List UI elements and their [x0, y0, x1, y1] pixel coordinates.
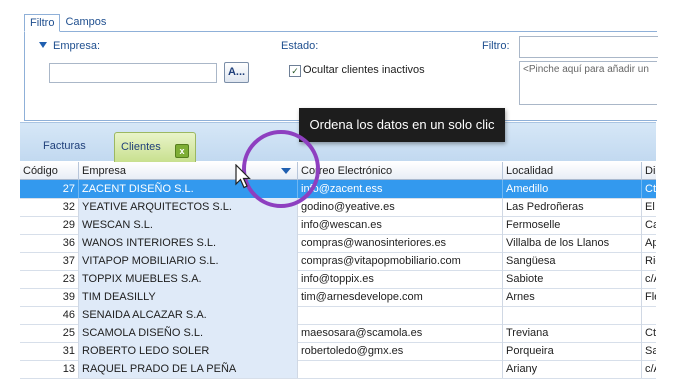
cell-correo: maesosara@scamola.es	[298, 324, 503, 342]
cell-correo: tim@arnesdevelope.com	[298, 288, 503, 306]
sort-tooltip: Ordena los datos en un solo clic	[299, 108, 505, 142]
tab-filtro[interactable]: Filtro	[24, 14, 61, 32]
cell-correo: compras@wanosinteriores.es	[298, 234, 503, 252]
cell-empresa: TOPPIX MUEBLES S.A.	[79, 270, 298, 288]
table-row[interactable]: 36 WANOS INTERIORES S.L. compras@wanosinte…	[20, 234, 656, 253]
col-header-localidad[interactable]: Localidad	[503, 162, 642, 180]
cell-codigo: 39	[20, 288, 79, 306]
ocultar-inactivos-label: Ocultar clientes inactivos	[303, 64, 425, 76]
cell-codigo: 27	[20, 180, 79, 198]
mouse-pointer-icon	[235, 164, 251, 189]
cell-dir: c/A	[642, 270, 656, 288]
cell-correo: info@zacent.ess	[298, 180, 503, 198]
cell-codigo: 46	[20, 306, 79, 324]
cell-empresa: ROBERTO LEDO SOLER	[79, 342, 298, 360]
cell-codigo: 36	[20, 234, 79, 252]
cell-correo: compras@vitapopmobiliario.com	[298, 252, 503, 270]
table-row[interactable]: 39 TIM DEASILLY tim@arnesdevelope.com Arnes…	[20, 288, 656, 307]
cell-codigo: 23	[20, 270, 79, 288]
filter-panel: Filtro Campos Empresa: A... Estado: ✓ Oc…	[20, 11, 658, 121]
filter-conditions-area[interactable]: <Pinche aquí para añadir un	[519, 61, 657, 105]
cell-correo	[298, 360, 503, 378]
cell-empresa: WANOS INTERIORES S.L.	[79, 234, 298, 252]
col-header-empresa-label: Empresa	[82, 165, 127, 177]
cell-localidad: Treviana	[503, 324, 642, 342]
cell-dir: Sa	[642, 342, 656, 360]
cell-empresa: RAQUEL PRADO DE LA PEÑA	[79, 360, 298, 378]
cell-correo: godino@yeative.es	[298, 198, 503, 216]
empresa-search-button[interactable]: A...	[224, 62, 249, 83]
cell-correo: info@toppix.es	[298, 270, 503, 288]
estado-label: Estado:	[281, 40, 319, 52]
cell-dir: Rio	[642, 252, 656, 270]
grid-header: Código Empresa Correo Electrónico Locali…	[20, 162, 656, 180]
table-row[interactable]: 29WESCAN S.L.info@wescan.esFermoselleCa	[20, 216, 656, 235]
filter-tabs: Filtro Campos	[24, 14, 111, 32]
cell-dir: Ca	[642, 216, 656, 234]
cell-localidad: Fermoselle	[503, 216, 642, 234]
table-row[interactable]: 32 YEATIVE ARQUITECTOS S.L. godino@yeative…	[20, 198, 656, 217]
cell-empresa: TIM DEASILLY	[79, 288, 298, 306]
cell-correo	[298, 306, 503, 324]
ocultar-inactivos-checkbox[interactable]: ✓	[289, 65, 301, 77]
cell-empresa: SENAIDA ALCAZAR S.A.	[79, 306, 298, 324]
cell-localidad: Arnes	[503, 288, 642, 306]
empresa-label: Empresa:	[53, 40, 101, 52]
cell-codigo: 25	[20, 324, 79, 342]
cell-empresa: SCAMOLA DISEÑO S.L.	[79, 324, 298, 342]
cell-localidad: Porqueira	[503, 342, 642, 360]
table-row[interactable]: 46 SENAIDA ALCAZAR S.A.	[20, 306, 656, 325]
cell-localidad: Las Pedroñeras	[503, 198, 642, 216]
cell-localidad	[503, 306, 642, 324]
cell-codigo: 29	[20, 216, 79, 234]
table-row[interactable]: 13RAQUEL PRADO DE LA PEÑA Arianyc/A	[20, 360, 656, 379]
cell-localidad: Sabiote	[503, 270, 642, 288]
filtro-label: Filtro:	[482, 40, 510, 52]
cell-codigo: 37	[20, 252, 79, 270]
table-row[interactable]: 25 SCAMOLA DISEÑO S.L. maesosara@scamola.e…	[20, 324, 656, 343]
table-row[interactable]: 23 TOPPIX MUEBLES S.A. info@toppix.es Sabio…	[20, 270, 656, 289]
empresa-filter-toggle[interactable]: Empresa:	[39, 40, 100, 52]
tab-campos[interactable]: Campos	[60, 14, 111, 30]
cell-correo: info@wescan.es	[298, 216, 503, 234]
cell-dir: El	[642, 198, 656, 216]
tab-clientes-label: Clientes	[121, 141, 161, 153]
cell-dir: c/A	[642, 360, 656, 378]
highlight-ring	[242, 130, 320, 208]
cell-empresa: WESCAN S.L.	[79, 216, 298, 234]
table-row[interactable]: 27 ZACENT DISEÑO S.L. info@zacent.ess Amedi…	[20, 180, 656, 199]
clients-grid: Código Empresa Correo Electrónico Locali…	[20, 162, 656, 380]
cell-localidad: Sangüesa	[503, 252, 642, 270]
cell-codigo: 13	[20, 360, 79, 378]
table-row[interactable]: 31 ROBERTO LEDO SOLER robertoledo@gmx.es Po…	[20, 342, 656, 361]
col-header-codigo[interactable]: Código	[20, 162, 79, 180]
close-tab-icon[interactable]: x	[175, 144, 189, 158]
col-header-dir[interactable]: Dir	[642, 162, 656, 180]
table-row[interactable]: 37 VITAPOP MOBILIARIO S.L. compras@vitapop…	[20, 252, 656, 271]
cell-dir: Ap	[642, 234, 656, 252]
cell-dir: Fle	[642, 288, 656, 306]
collapse-triangle-icon	[39, 42, 47, 48]
cell-localidad: Amedillo	[503, 180, 642, 198]
cell-correo: robertoledo@gmx.es	[298, 342, 503, 360]
cell-localidad: Ariany	[503, 360, 642, 378]
col-header-correo[interactable]: Correo Electrónico	[298, 162, 503, 180]
cell-codigo: 31	[20, 342, 79, 360]
cell-dir: Ctr	[642, 324, 656, 342]
tab-clientes[interactable]: Clientes x	[114, 132, 196, 162]
filtro-input[interactable]	[519, 36, 658, 58]
tab-facturas[interactable]: Facturas	[43, 132, 93, 161]
cell-localidad: Villalba de los Llanos	[503, 234, 642, 252]
cell-codigo: 32	[20, 198, 79, 216]
cell-dir	[642, 306, 656, 324]
empresa-input[interactable]	[49, 63, 217, 83]
cell-dir: Ctr	[642, 180, 656, 198]
cell-empresa: VITAPOP MOBILIARIO S.L.	[79, 252, 298, 270]
